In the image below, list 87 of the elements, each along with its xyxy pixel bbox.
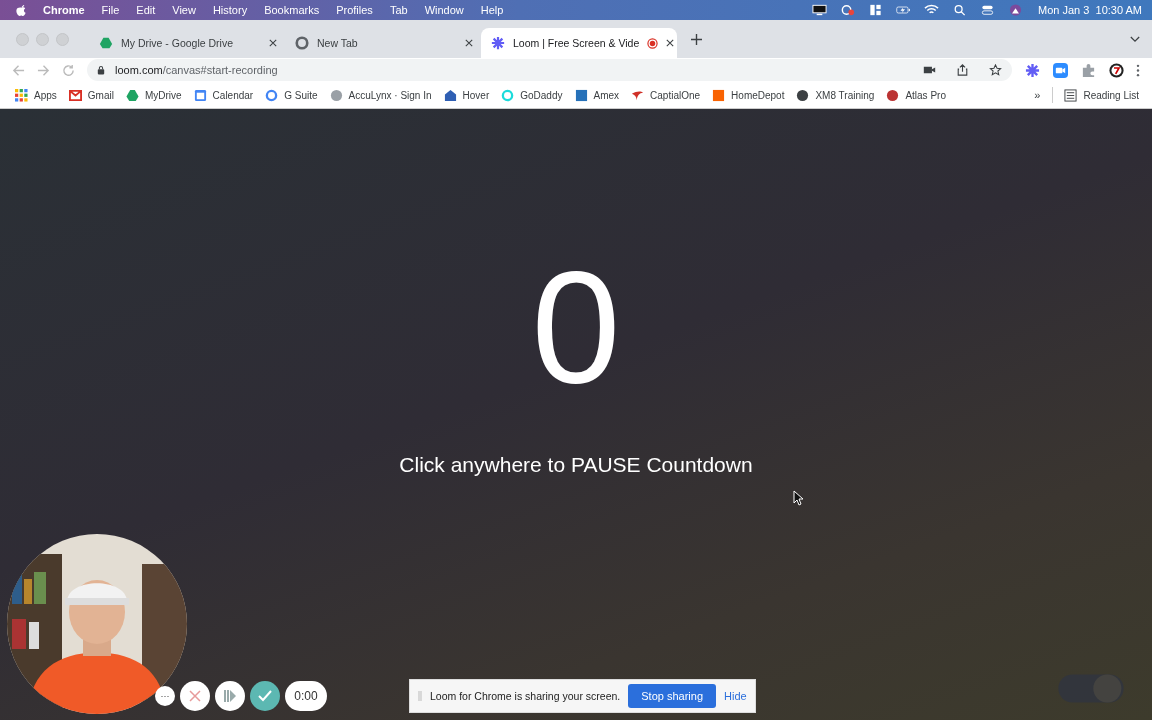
monitor-icon[interactable]: [812, 4, 828, 16]
bookmark[interactable]: AccuLynx · Sign In: [324, 88, 437, 102]
bookmarks-overflow-button[interactable]: »: [1028, 89, 1047, 101]
pause-button[interactable]: [215, 681, 245, 711]
menu-item[interactable]: Edit: [136, 4, 156, 16]
menu-item[interactable]: Profiles: [336, 4, 373, 16]
apple-icon[interactable]: [16, 3, 27, 17]
menu-item[interactable]: Bookmarks: [264, 4, 320, 16]
close-icon: [189, 690, 201, 702]
cancel-button[interactable]: [180, 681, 210, 711]
share-icon[interactable]: [956, 64, 969, 76]
recording-timer: 0:00: [285, 681, 327, 711]
countdown-number: 0: [531, 247, 621, 407]
bookmark[interactable]: Calendar: [188, 88, 259, 102]
stop-sharing-button[interactable]: Stop sharing: [628, 684, 716, 708]
menu-item[interactable]: View: [172, 4, 196, 16]
envelope-icon: [68, 88, 82, 102]
bookmark[interactable]: Hover: [438, 88, 495, 102]
browser-tab[interactable]: Loom | Free Screen & Vide: [481, 28, 677, 58]
lock-icon: [97, 65, 105, 75]
countdown-hint: Click anywhere to PAUSE Countdown: [399, 453, 753, 477]
chevron-down-icon[interactable]: [1130, 35, 1140, 43]
badge-icon: [329, 88, 343, 102]
toggles-icon[interactable]: [980, 4, 996, 16]
user-avatar-icon[interactable]: [1008, 4, 1024, 16]
bookmark[interactable]: Gmail: [63, 88, 119, 102]
more-options-button[interactable]: ···: [155, 686, 175, 706]
ring-icon: [265, 88, 279, 102]
browser-tab[interactable]: New Tab: [285, 28, 481, 58]
bookmark[interactable]: HomeDepot: [707, 88, 790, 102]
close-icon[interactable]: [465, 39, 473, 47]
url-text: loom.com/canvas#start-recording: [115, 64, 278, 76]
tab-title: New Tab: [317, 37, 359, 49]
layout-icon[interactable]: [868, 4, 884, 16]
close-icon[interactable]: [269, 39, 277, 47]
menu-item[interactable]: Help: [480, 4, 504, 16]
address-bar[interactable]: loom.com/canvas#start-recording: [87, 59, 1012, 81]
wifi-icon[interactable]: [924, 4, 940, 16]
bookmark[interactable]: CaptialOne: [626, 88, 706, 102]
new-tab-icon[interactable]: [691, 33, 702, 45]
house-icon: [443, 88, 457, 102]
check-icon: [258, 690, 272, 702]
more-icon[interactable]: [1136, 63, 1140, 77]
reading-list-button[interactable]: Reading List: [1059, 88, 1144, 102]
bookmark[interactable]: Apps: [10, 88, 62, 102]
bookmark[interactable]: Atlas Pro: [881, 88, 951, 102]
star-icon: [491, 36, 505, 50]
puzzle-icon[interactable]: [1081, 62, 1096, 78]
globe-icon: [796, 88, 810, 102]
menu-item[interactable]: Chrome: [43, 4, 85, 16]
star-icon[interactable]: [1025, 62, 1040, 78]
video-camera-icon[interactable]: [1053, 62, 1068, 78]
battery-icon[interactable]: [896, 4, 912, 16]
square-icon: [712, 88, 726, 102]
ring-icon: [501, 88, 515, 102]
profile-avatar-icon[interactable]: [1109, 62, 1124, 78]
list-icon: [1064, 88, 1078, 102]
menu-item[interactable]: Tab: [389, 4, 408, 16]
star-icon[interactable]: [989, 64, 1002, 76]
mouse-pointer-icon: [793, 490, 803, 506]
bookmark[interactable]: Amex: [569, 88, 625, 102]
tab-title: My Drive - Google Drive: [121, 37, 235, 49]
badge-icon: [886, 88, 900, 102]
bookmark[interactable]: XM8 Training: [791, 88, 880, 102]
grid-icon: [15, 88, 28, 102]
cloud-icon[interactable]: [840, 4, 856, 16]
square-icon: [574, 88, 588, 102]
hide-link[interactable]: Hide: [724, 690, 747, 702]
menu-item[interactable]: File: [101, 4, 120, 16]
search-icon[interactable]: [952, 4, 968, 16]
menu-item[interactable]: History: [212, 4, 248, 16]
browser-tab[interactable]: My Drive - Google Drive: [89, 28, 285, 58]
bookmark[interactable]: GoDaddy: [496, 88, 568, 102]
close-icon[interactable]: [666, 39, 675, 47]
chrome-icon: [295, 36, 309, 50]
swoosh-icon: [631, 88, 645, 102]
sharing-message: Loom for Chrome is sharing your screen.: [430, 690, 621, 702]
countdown-canvas[interactable]: 0 Click anywhere to PAUSE Countdown ··· 0:00 Loom for Chrome is sharing your screen. Stop sharing Hide: [0, 109, 1152, 720]
tab-title: Loom | Free Screen & Vide: [513, 37, 640, 49]
bookmark[interactable]: MyDrive: [120, 88, 187, 102]
finish-button[interactable]: [250, 681, 280, 711]
calendar-icon: [193, 88, 207, 102]
menu-item[interactable]: Window: [424, 4, 464, 16]
menu-clock[interactable]: Mon Jan 3 10:30 AM: [1038, 4, 1142, 16]
camera-icon[interactable]: [923, 64, 936, 76]
play-pause-icon: [223, 689, 237, 703]
bookmark[interactable]: G Suite: [260, 88, 323, 102]
